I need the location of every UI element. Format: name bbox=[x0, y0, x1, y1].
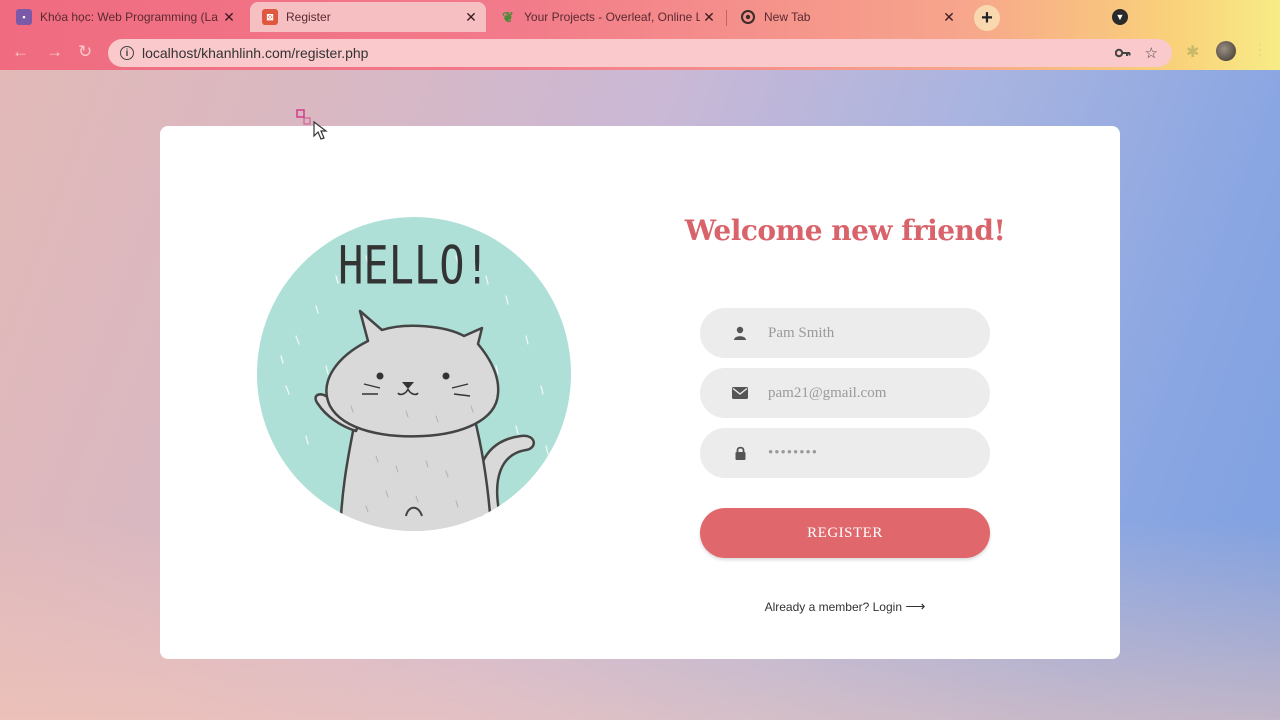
tab-search-icon[interactable]: ▼ bbox=[1112, 9, 1128, 25]
email-field[interactable] bbox=[700, 368, 990, 418]
tab-title: New Tab bbox=[764, 10, 811, 24]
lock-icon bbox=[732, 446, 748, 460]
star-icon[interactable]: ☆ bbox=[1145, 44, 1158, 62]
chrome-favicon bbox=[740, 9, 756, 25]
profile-avatar[interactable] bbox=[1216, 41, 1236, 61]
extensions-icon[interactable]: ✱ bbox=[1186, 42, 1199, 62]
close-icon[interactable]: ✕ bbox=[940, 9, 958, 26]
close-icon[interactable]: ✕ bbox=[462, 9, 480, 26]
close-icon[interactable]: ✕ bbox=[220, 9, 238, 26]
key-icon[interactable] bbox=[1114, 45, 1131, 62]
browser-chrome: ▪ Khóa học: Web Programming (La ✕ ⊠ Regi… bbox=[0, 0, 1280, 70]
mouse-cursor-icon bbox=[296, 109, 328, 140]
xampp-favicon: ⊠ bbox=[262, 9, 278, 25]
tab-register[interactable]: ⊠ Register ✕ bbox=[250, 2, 486, 32]
menu-icon[interactable]: ⋮ bbox=[1252, 40, 1268, 60]
name-input[interactable] bbox=[768, 324, 958, 342]
hello-text: HELLO! bbox=[338, 236, 490, 297]
page-title: Welcome new friend! bbox=[684, 214, 1006, 247]
tab-title: Khóa học: Web Programming (La bbox=[40, 10, 218, 24]
arrow-right-icon: ⟶ bbox=[905, 598, 926, 614]
login-link-text[interactable]: Already a member? Login bbox=[765, 600, 902, 614]
name-field[interactable] bbox=[700, 308, 990, 358]
back-icon[interactable]: ← bbox=[12, 42, 29, 62]
reload-icon[interactable]: ↻ bbox=[78, 42, 92, 62]
url-text[interactable]: localhost/khanhlinh.com/register.php bbox=[142, 45, 1115, 61]
toolbar: ← → ↻ i localhost/khanhlinh.com/register… bbox=[0, 34, 1280, 70]
site-info-icon[interactable]: i bbox=[120, 46, 134, 60]
course-favicon: ▪ bbox=[16, 9, 32, 25]
address-bar[interactable]: i localhost/khanhlinh.com/register.php ☆ bbox=[108, 39, 1172, 67]
user-icon bbox=[732, 326, 748, 340]
page-background: HELLO! Welcome new friend! REGISTER Alre… bbox=[0, 70, 1280, 720]
email-input[interactable] bbox=[768, 384, 958, 402]
login-link[interactable]: Already a member? Login ⟶ bbox=[700, 598, 990, 615]
tab-new-tab[interactable]: New Tab ✕ bbox=[728, 2, 964, 32]
new-tab-button[interactable]: + bbox=[974, 5, 1000, 31]
tab-course[interactable]: ▪ Khóa học: Web Programming (La ✕ bbox=[4, 2, 244, 32]
overleaf-favicon: ❦ bbox=[502, 8, 514, 25]
password-field[interactable] bbox=[700, 428, 990, 478]
envelope-icon bbox=[732, 387, 748, 399]
tab-overleaf[interactable]: ❦ Your Projects - Overleaf, Online L ✕ bbox=[488, 2, 724, 32]
tab-title: Register bbox=[286, 10, 331, 24]
tab-bar: ▪ Khóa học: Web Programming (La ✕ ⊠ Regi… bbox=[0, 0, 1280, 34]
hello-cat-illustration: HELLO! bbox=[257, 217, 571, 531]
register-card: HELLO! Welcome new friend! REGISTER Alre… bbox=[160, 126, 1120, 659]
register-button[interactable]: REGISTER bbox=[700, 508, 990, 558]
tab-title: Your Projects - Overleaf, Online L bbox=[524, 10, 700, 24]
close-icon[interactable]: ✕ bbox=[700, 9, 718, 26]
tab-divider bbox=[726, 10, 727, 26]
password-input[interactable] bbox=[768, 444, 958, 462]
forward-icon[interactable]: → bbox=[46, 42, 63, 62]
